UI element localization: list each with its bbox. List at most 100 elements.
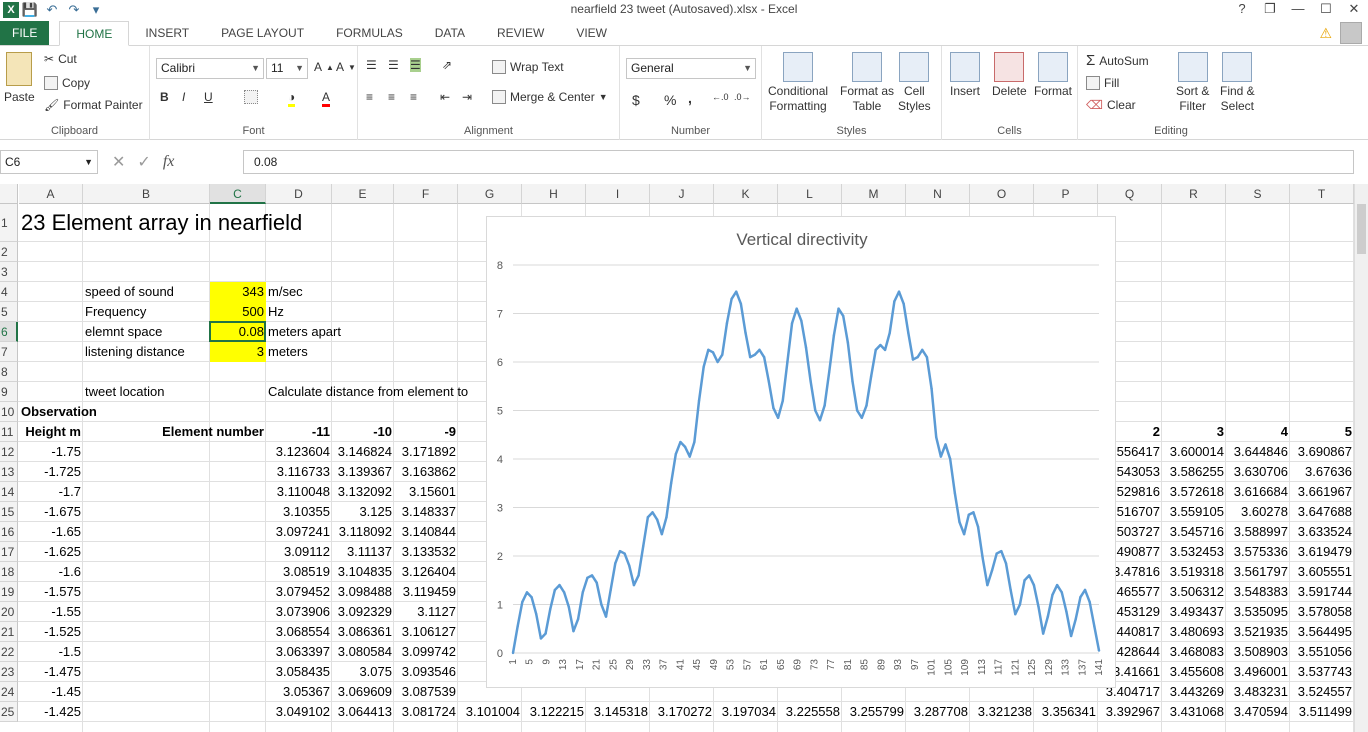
table-cell-d[interactable]: 3.110048 [266, 482, 332, 502]
row-header-16[interactable]: 16 [0, 522, 18, 542]
tweet-location-cell[interactable]: tweet location [83, 382, 167, 402]
column-header-m[interactable]: M [842, 184, 906, 204]
orientation-icon[interactable]: ⇗ [442, 58, 452, 72]
table-cell-d[interactable]: 3.073906 [266, 602, 332, 622]
param-label-r7[interactable]: listening distance [83, 342, 187, 362]
table-cell-f[interactable]: 3.148337 [394, 502, 458, 522]
wrap-text-button[interactable]: Wrap Text [492, 60, 564, 74]
column-header-c[interactable]: C [210, 184, 266, 204]
table-cell-k[interactable]: 3.197034 [714, 702, 778, 722]
column-header-r[interactable]: R [1162, 184, 1226, 204]
increase-decimal-icon[interactable]: ←.0 [712, 92, 729, 102]
warning-icon[interactable]: ⚠ [1319, 25, 1332, 42]
table-cell-t[interactable]: 3.551056 [1290, 642, 1354, 662]
table-cell-e[interactable]: 3.069609 [332, 682, 394, 702]
table-cell-a[interactable]: -1.625 [19, 542, 83, 562]
font-name-select[interactable]: Calibri ▼ [156, 58, 264, 79]
underline-button[interactable]: U [204, 90, 213, 104]
table-cell-a[interactable]: -1.425 [19, 702, 83, 722]
table-cell-f[interactable]: 3.081724 [394, 702, 458, 722]
column-header-d[interactable]: D [266, 184, 332, 204]
table-cell-o[interactable]: 3.321238 [970, 702, 1034, 722]
table-cell-a[interactable]: -1.525 [19, 622, 83, 642]
table-cell-a[interactable]: -1.75 [19, 442, 83, 462]
clear-button[interactable]: ⌫ Clear [1086, 98, 1136, 112]
table-cell-t[interactable]: 3.511499 [1290, 702, 1354, 722]
element-number-header-cell[interactable]: Element number [83, 422, 266, 442]
ribbon-display-icon[interactable]: ❐ [1256, 0, 1284, 20]
table-cell-d[interactable]: 3.063397 [266, 642, 332, 662]
row-header-3[interactable]: 3 [0, 262, 18, 282]
column-header-p[interactable]: P [1034, 184, 1098, 204]
row-header-5[interactable]: 5 [0, 302, 18, 322]
table-cell-e[interactable]: 3.104835 [332, 562, 394, 582]
table-cell-t[interactable]: 3.578058 [1290, 602, 1354, 622]
scrollbar-thumb[interactable] [1357, 204, 1366, 254]
table-cell-f[interactable]: 3.133532 [394, 542, 458, 562]
row-header-13[interactable]: 13 [0, 462, 18, 482]
column-header-f[interactable]: F [394, 184, 458, 204]
table-cell-s[interactable]: 3.575336 [1226, 542, 1290, 562]
table-cell-s[interactable]: 3.470594 [1226, 702, 1290, 722]
column-header-i[interactable]: I [586, 184, 650, 204]
table-cell-r[interactable]: 3.586255 [1162, 462, 1226, 482]
table-cell-a[interactable]: -1.5 [19, 642, 83, 662]
align-center-icon[interactable]: ≡ [388, 90, 395, 104]
table-cell-a[interactable]: -1.575 [19, 582, 83, 602]
param-unit-r5[interactable]: Hz [266, 302, 286, 322]
table-cell-f[interactable]: 3.093546 [394, 662, 458, 682]
insert-function-button[interactable]: fx [163, 153, 175, 171]
table-cell-e[interactable]: 3.139367 [332, 462, 394, 482]
table-cell-a[interactable]: -1.45 [19, 682, 83, 702]
minimize-icon[interactable]: — [1284, 0, 1312, 20]
table-cell-t[interactable]: 3.591744 [1290, 582, 1354, 602]
table-cell-r[interactable]: 3.493437 [1162, 602, 1226, 622]
table-cell-s[interactable]: 3.548383 [1226, 582, 1290, 602]
increase-indent-icon[interactable]: ⇥ [462, 90, 472, 104]
table-cell-f[interactable]: 3.1127 [394, 602, 458, 622]
table-cell-s[interactable]: 3.630706 [1226, 462, 1290, 482]
element-index-header-d[interactable]: -11 [266, 422, 332, 442]
table-cell-f[interactable]: 3.171892 [394, 442, 458, 462]
table-cell-t[interactable]: 3.633524 [1290, 522, 1354, 542]
table-cell-d[interactable]: 3.09112 [266, 542, 332, 562]
paste-button[interactable]: Paste [4, 52, 35, 104]
table-cell-r[interactable]: 3.572618 [1162, 482, 1226, 502]
table-cell-r[interactable]: 3.559105 [1162, 502, 1226, 522]
vertical-scrollbar[interactable] [1354, 184, 1368, 732]
calculate-distance-cell[interactable]: Calculate distance from element to [266, 382, 470, 402]
table-cell-f[interactable]: 3.163862 [394, 462, 458, 482]
element-index-header-e[interactable]: -10 [332, 422, 394, 442]
table-cell-p[interactable]: 3.356341 [1034, 702, 1098, 722]
param-unit-r6[interactable]: meters apart [266, 322, 343, 342]
align-right-icon[interactable]: ≡ [410, 90, 417, 104]
sort-filter-button[interactable]: Sort & Filter [1176, 52, 1209, 114]
row-header-9[interactable]: 9 [0, 382, 18, 402]
table-cell-d[interactable]: 3.097241 [266, 522, 332, 542]
top-align-icon[interactable]: ☰ [366, 58, 377, 72]
row-header-1[interactable]: 1 [0, 204, 18, 242]
column-header-l[interactable]: L [778, 184, 842, 204]
table-cell-d[interactable]: 3.08519 [266, 562, 332, 582]
table-cell-e[interactable]: 3.080584 [332, 642, 394, 662]
table-cell-s[interactable]: 3.483231 [1226, 682, 1290, 702]
table-cell-r[interactable]: 3.506312 [1162, 582, 1226, 602]
table-cell-t[interactable]: 3.537743 [1290, 662, 1354, 682]
decrease-decimal-icon[interactable]: .0→ [734, 92, 751, 102]
table-cell-f[interactable]: 3.126404 [394, 562, 458, 582]
bottom-align-icon[interactable]: ☰ [410, 58, 421, 72]
table-cell-t[interactable]: 3.524557 [1290, 682, 1354, 702]
column-header-t[interactable]: T [1290, 184, 1354, 204]
column-header-s[interactable]: S [1226, 184, 1290, 204]
column-header-h[interactable]: H [522, 184, 586, 204]
tab-page-layout[interactable]: PAGE LAYOUT [205, 21, 320, 45]
table-cell-t[interactable]: 3.605551 [1290, 562, 1354, 582]
column-header-o[interactable]: O [970, 184, 1034, 204]
autosum-button[interactable]: Σ AutoSum [1086, 52, 1149, 69]
tab-home[interactable]: HOME [59, 21, 130, 46]
format-as-table-button[interactable]: Format as Table [840, 52, 894, 114]
bold-button[interactable]: B [160, 90, 169, 104]
table-cell-s[interactable]: 3.508903 [1226, 642, 1290, 662]
row-header-10[interactable]: 10 [0, 402, 18, 422]
param-label-r5[interactable]: Frequency [83, 302, 148, 322]
